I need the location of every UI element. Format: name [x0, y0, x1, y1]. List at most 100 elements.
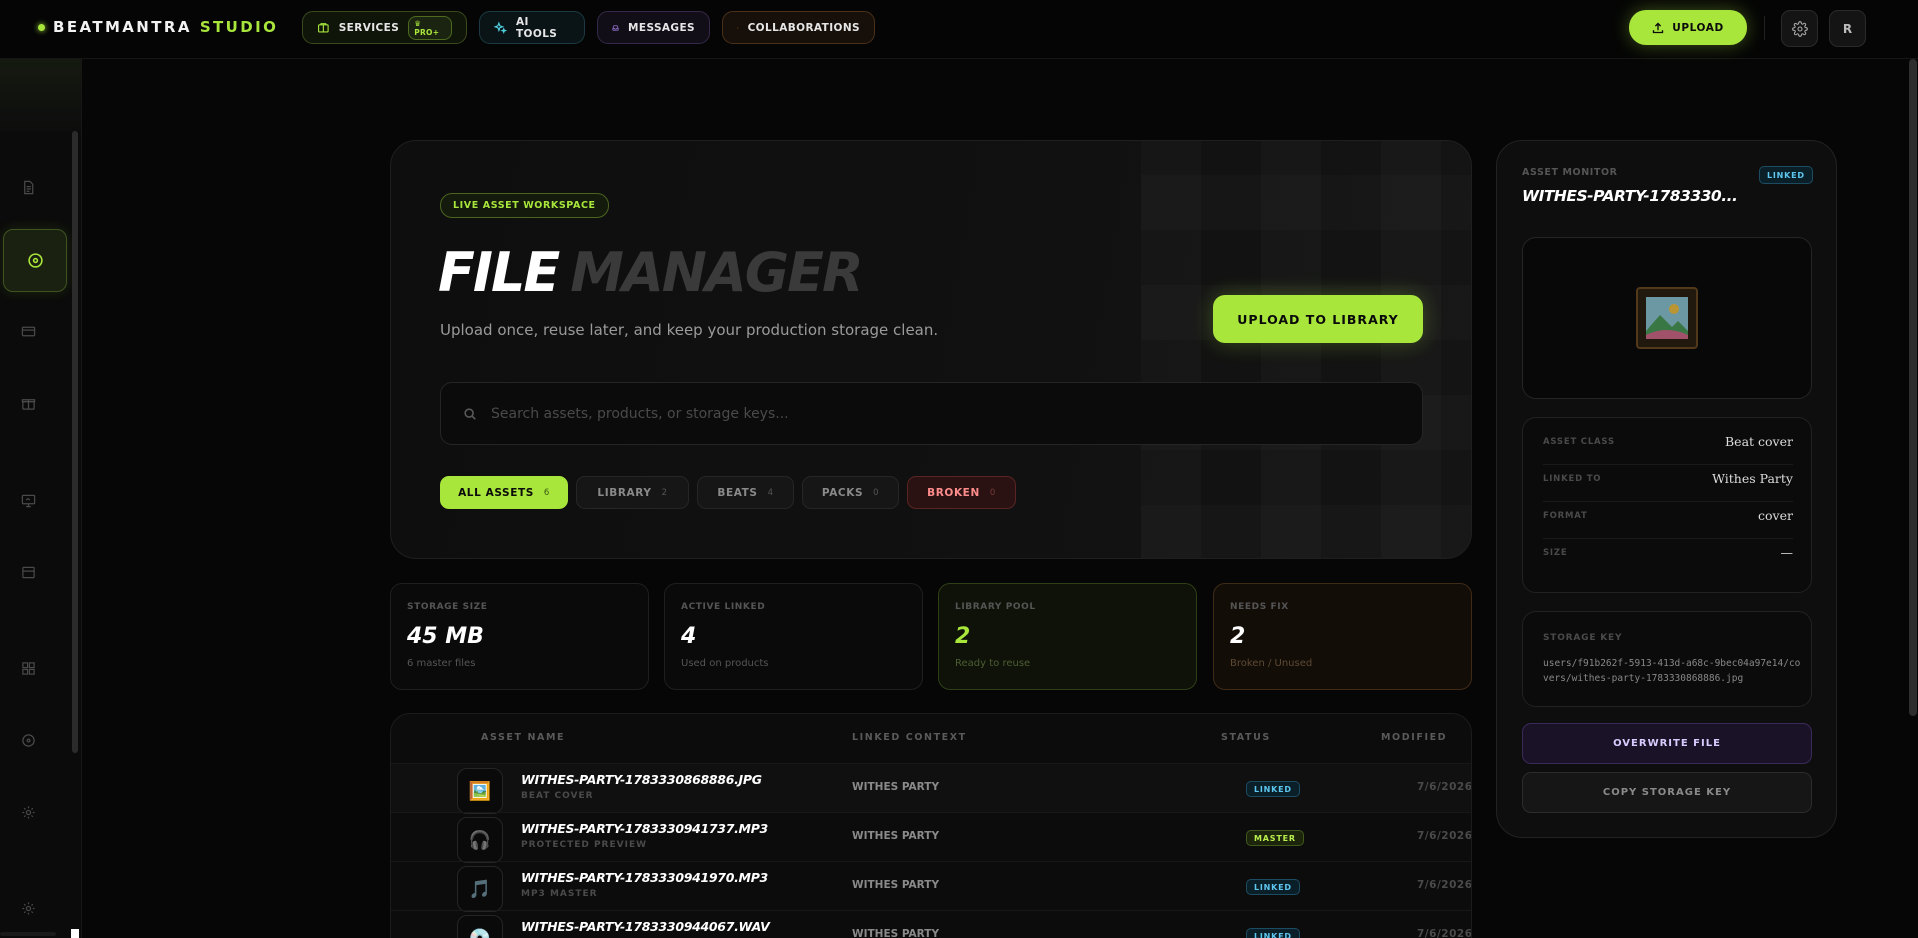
status-badge: LINKED [1246, 928, 1300, 938]
stat-caption: 6 master files [407, 658, 476, 669]
filter-count: 4 [767, 487, 774, 498]
stat-label: NEEDS FIX [1230, 602, 1289, 612]
meta-key: FORMAT [1543, 511, 1588, 521]
landscape-icon [1646, 297, 1688, 339]
storage-key-value[interactable]: users/f91b262f-5913-413d-a68c-9bec04a97e… [1543, 656, 1801, 686]
sidebar-item-files[interactable] [17, 176, 39, 198]
asset-name: WITHES-PARTY-1783330944067.WAV [521, 919, 770, 934]
sidebar-scrollbar[interactable] [72, 131, 78, 753]
column-header-modified[interactable]: MODIFIED [1381, 732, 1447, 743]
sidebar-item-archive[interactable] [17, 561, 39, 583]
image-placeholder-icon [1636, 287, 1698, 349]
filter-count: 2 [661, 487, 668, 498]
sidebar-item-preferences[interactable] [17, 897, 39, 919]
asset-context: WITHES PARTY [852, 879, 940, 891]
copy-storage-key-button[interactable]: COPY STORAGE KEY [1522, 772, 1812, 813]
sidebar-item-file-manager[interactable] [3, 229, 67, 292]
sidebar-header [0, 59, 81, 131]
search-input[interactable] [491, 405, 1422, 422]
stat-caption: Used on products [681, 658, 769, 669]
cd-icon: 💿 [457, 915, 503, 938]
table-row[interactable]: 🖼️ WITHES-PARTY-1783330868886.JPG BEAT C… [391, 763, 1472, 814]
asset-preview[interactable] [1522, 237, 1812, 399]
box-icon [318, 22, 329, 33]
asset-modified: 7/6/2026 [1417, 830, 1472, 842]
stat-caption: Broken / Unused [1230, 658, 1313, 669]
status-badge: LINKED [1246, 879, 1300, 895]
sidebar-item-billing[interactable] [17, 320, 39, 342]
status-badge: LINKED [1759, 166, 1813, 184]
stat-needs-fix: NEEDS FIX 2 Broken / Unused [1213, 583, 1472, 690]
nav-services[interactable]: SERVICES ♛ PRO+ [302, 11, 467, 44]
circle-icon [21, 733, 35, 747]
avatar[interactable]: R [1829, 10, 1866, 47]
filter-broken[interactable]: BROKEN 0 [907, 476, 1016, 509]
sidebar-item-records[interactable] [17, 729, 39, 751]
asset-modified: 7/6/2026 [1417, 928, 1472, 938]
filter-beats[interactable]: BEATS 4 [697, 476, 794, 509]
asset-type: MP3 MASTER [521, 889, 598, 899]
upload-icon [1653, 22, 1664, 33]
filter-count: 0 [873, 487, 880, 498]
table-row[interactable]: 🎧 WITHES-PARTY-1783330941737.MP3 PROTECT… [391, 812, 1472, 863]
nav-ai-tools[interactable]: AI TOOLS [479, 11, 585, 44]
asset-context: WITHES PARTY [852, 830, 940, 842]
meta-key: ASSET CLASS [1543, 437, 1615, 447]
search-bar[interactable] [440, 382, 1423, 445]
storage-key-label: STORAGE KEY [1543, 633, 1623, 643]
table-row[interactable]: 💿 WITHES-PARTY-1783330944067.WAV WAV MAS… [391, 910, 1472, 938]
brand-logo[interactable]: BEATMANTRA STUDIO [38, 16, 278, 38]
live-workspace-badge: LIVE ASSET WORKSPACE [440, 193, 609, 218]
asset-name: WITHES-PARTY-1783330868886.JPG [521, 772, 762, 787]
meta-value: cover [1758, 508, 1793, 523]
upload-button[interactable]: UPLOAD [1629, 10, 1747, 45]
monitor-asset-title: WITHES-PARTY-1783330... [1522, 187, 1738, 205]
meta-row-asset-class: ASSET CLASS Beat cover [1543, 428, 1793, 465]
gift-icon [21, 398, 35, 410]
pro-badge-label: PRO+ [414, 27, 440, 37]
page-scrollbar[interactable] [1909, 59, 1917, 716]
nav-ai-tools-label: AI TOOLS [516, 15, 558, 40]
meta-key: SIZE [1543, 548, 1568, 558]
column-header-status[interactable]: STATUS [1221, 732, 1271, 743]
filter-packs[interactable]: PACKS 0 [802, 476, 899, 509]
nav-collaborations[interactable]: COLLABORATIONS [722, 11, 875, 44]
stat-label: ACTIVE LINKED [681, 602, 766, 612]
headphones-icon: 🎧 [457, 817, 503, 863]
page-title-secondary: MANAGER [570, 241, 863, 304]
sidebar-item-display[interactable] [17, 489, 39, 511]
nav-messages[interactable]: MESSAGES [597, 11, 710, 44]
file-icon [23, 180, 33, 194]
page-title: FILE MANAGER [438, 241, 864, 311]
nav-messages-label: MESSAGES [628, 21, 695, 34]
status-badge: MASTER [1246, 830, 1304, 846]
settings-button[interactable] [1781, 10, 1818, 47]
sidebar-item-dashboard[interactable] [17, 657, 39, 679]
table-row[interactable]: 🎵 WITHES-PARTY-1783330941970.MP3 MP3 MAS… [391, 861, 1471, 912]
asset-modified: 7/6/2026 [1417, 781, 1472, 793]
music-note-icon: 🎵 [457, 866, 503, 912]
brand-name-accent: STUDIO [199, 18, 279, 36]
upload-to-library-button[interactable]: UPLOAD TO LIBRARY [1213, 295, 1423, 343]
hero-grid-decoration [1141, 141, 1471, 558]
filter-all-assets[interactable]: ALL ASSETS 6 [440, 476, 568, 509]
asset-table: ASSET NAME LINKED CONTEXT STATUS MODIFIE… [390, 713, 1472, 938]
asset-context: WITHES PARTY [852, 928, 940, 938]
filter-label: ALL ASSETS [458, 486, 534, 499]
pro-badge: ♛ PRO+ [408, 15, 452, 40]
sidebar [0, 59, 82, 938]
sidebar-item-settings[interactable] [17, 801, 39, 823]
column-header-context[interactable]: LINKED CONTEXT [852, 732, 967, 743]
stat-library-pool: LIBRARY POOL 2 Ready to reuse [938, 583, 1197, 690]
sidebar-item-gifts[interactable] [17, 392, 39, 414]
gear-icon [1791, 20, 1808, 37]
overwrite-file-button[interactable]: OVERWRITE FILE [1522, 723, 1812, 764]
card-icon [21, 326, 35, 336]
column-header-name[interactable]: ASSET NAME [481, 732, 565, 743]
asset-monitor-panel: ASSET MONITOR LINKED WITHES-PARTY-178333… [1496, 140, 1837, 838]
stat-value: 45 MB [407, 624, 484, 649]
stat-value: 4 [681, 624, 697, 649]
stat-caption: Ready to reuse [955, 658, 1031, 669]
storage-key-box: STORAGE KEY users/f91b262f-5913-413d-a68… [1522, 611, 1812, 707]
filter-library[interactable]: LIBRARY 2 [576, 476, 689, 509]
